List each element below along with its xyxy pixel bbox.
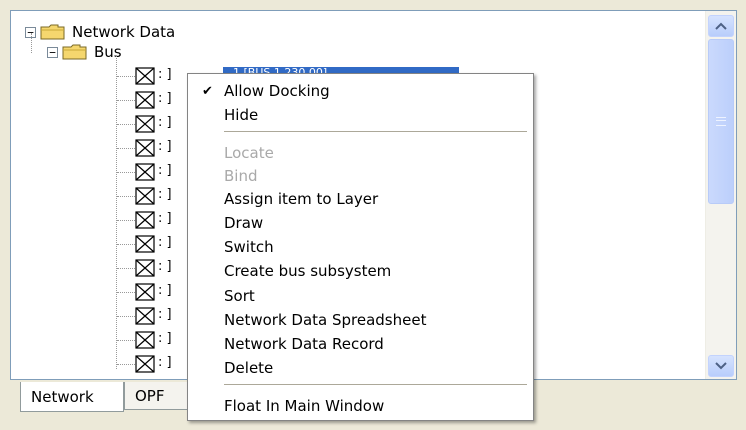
- scroll-up-button[interactable]: [708, 15, 734, 37]
- tree-connector: [117, 220, 135, 221]
- checkmark-icon: ✔: [202, 83, 213, 99]
- arrow-up-icon: [715, 22, 727, 30]
- menu-item-label: Create bus subsystem: [224, 262, 392, 280]
- menu-item-label: Float In Main Window: [224, 397, 385, 415]
- tree-leaf-caption: : ]: [158, 115, 172, 130]
- menu-item-label: Draw: [224, 214, 264, 232]
- tree-node-label: Network Data: [72, 23, 176, 41]
- menu-item-switch[interactable]: Switch: [188, 235, 533, 259]
- context-menu: ✔ Allow Docking Hide Locate Bind Assign …: [187, 73, 534, 421]
- menu-item-create-bus-subsystem[interactable]: Create bus subsystem: [188, 259, 533, 283]
- tree-connector: [117, 124, 135, 125]
- tree-connector: [117, 196, 135, 197]
- unchecked-box-icon[interactable]: [135, 163, 155, 181]
- menu-item-label: Switch: [224, 238, 274, 256]
- menu-item-locate[interactable]: Locate: [188, 141, 533, 165]
- tree-connector: [31, 33, 32, 53]
- menu-item-network-data-spreadsheet[interactable]: Network Data Spreadsheet: [188, 308, 533, 332]
- scroll-thumb[interactable]: [708, 39, 734, 204]
- folder-icon: [40, 24, 65, 40]
- menu-item-sort[interactable]: Sort: [188, 284, 533, 308]
- unchecked-box-icon[interactable]: [135, 259, 155, 277]
- tree-leaf-caption: : ]: [158, 187, 172, 202]
- tree-connector: [117, 172, 135, 173]
- tree-node-bus[interactable]: − Bus: [47, 42, 122, 62]
- tree-leaf-caption: : ]: [158, 91, 172, 106]
- unchecked-box-icon[interactable]: [135, 307, 155, 325]
- tree-connector: [117, 340, 135, 341]
- tree-connector: [116, 55, 117, 369]
- tree-leaf-caption: : ]: [158, 235, 172, 250]
- tree-connector: [117, 76, 135, 77]
- vertical-scrollbar[interactable]: [705, 11, 736, 379]
- menu-item-float-in-main-window[interactable]: Float In Main Window: [188, 394, 533, 418]
- tree-leaf-caption: : ]: [158, 163, 172, 178]
- unchecked-box-icon[interactable]: [135, 139, 155, 157]
- tree-connector: [117, 148, 135, 149]
- unchecked-box-icon[interactable]: [135, 283, 155, 301]
- tree-leaf-caption: : ]: [158, 307, 172, 322]
- tree-leaf-caption: : ]: [158, 283, 172, 298]
- arrow-down-icon: [715, 362, 727, 370]
- menu-item-label: Sort: [224, 287, 255, 305]
- menu-item-label: Bind: [224, 167, 258, 185]
- menu-item-label: Assign item to Layer: [224, 190, 379, 208]
- tab-network[interactable]: Network: [20, 382, 124, 412]
- unchecked-box-icon[interactable]: [135, 331, 155, 349]
- tab-label: Network: [31, 387, 94, 406]
- tab-label: OPF: [135, 386, 165, 405]
- grip-icon: [716, 117, 726, 126]
- collapse-icon[interactable]: −: [47, 46, 58, 58]
- unchecked-box-icon[interactable]: [135, 187, 155, 205]
- unchecked-box-icon[interactable]: [135, 91, 155, 109]
- tree-connector: [117, 244, 135, 245]
- unchecked-box-icon[interactable]: [135, 211, 155, 229]
- menu-item-bind[interactable]: Bind: [188, 164, 533, 188]
- tree-connector: [117, 364, 135, 365]
- tree-connector: [117, 316, 135, 317]
- tree-leaf-caption: : ]: [158, 211, 172, 226]
- tree-connector: [117, 100, 135, 101]
- tree-leaf-caption: : ]: [158, 355, 172, 370]
- tree-leaf-caption: : ]: [158, 331, 172, 346]
- menu-item-delete[interactable]: Delete: [188, 356, 533, 380]
- tree-connector: [117, 292, 135, 293]
- menu-item-label: Hide: [224, 106, 259, 124]
- tree-leaf-caption: : ]: [158, 67, 172, 82]
- menu-item-network-data-record[interactable]: Network Data Record: [188, 332, 533, 356]
- menu-separator: [224, 384, 527, 385]
- tree-node-network-data[interactable]: − Network Data: [25, 22, 175, 42]
- menu-item-draw[interactable]: Draw: [188, 211, 533, 235]
- folder-icon: [62, 44, 87, 60]
- unchecked-box-icon[interactable]: [135, 355, 155, 373]
- menu-item-label: Locate: [224, 144, 274, 162]
- menu-item-label: Network Data Spreadsheet: [224, 311, 427, 329]
- menu-item-hide[interactable]: Hide: [188, 103, 533, 127]
- menu-item-label: Network Data Record: [224, 335, 384, 353]
- menu-separator: [224, 131, 527, 132]
- tree-connector: [117, 268, 135, 269]
- unchecked-box-icon[interactable]: [135, 67, 155, 85]
- menu-item-allow-docking[interactable]: ✔ Allow Docking: [188, 79, 533, 103]
- tree-leaf-caption: : ]: [158, 259, 172, 274]
- menu-item-label: Delete: [224, 359, 274, 377]
- menu-item-label: Allow Docking: [224, 82, 330, 100]
- unchecked-box-icon[interactable]: [135, 115, 155, 133]
- tree-leaf-caption: : ]: [158, 139, 172, 154]
- scroll-down-button[interactable]: [708, 355, 734, 377]
- tree-node-label: Bus: [94, 43, 122, 61]
- unchecked-box-icon[interactable]: [135, 235, 155, 253]
- tab-opf[interactable]: OPF: [124, 382, 194, 410]
- menu-item-assign-item-to-layer[interactable]: Assign item to Layer: [188, 187, 533, 211]
